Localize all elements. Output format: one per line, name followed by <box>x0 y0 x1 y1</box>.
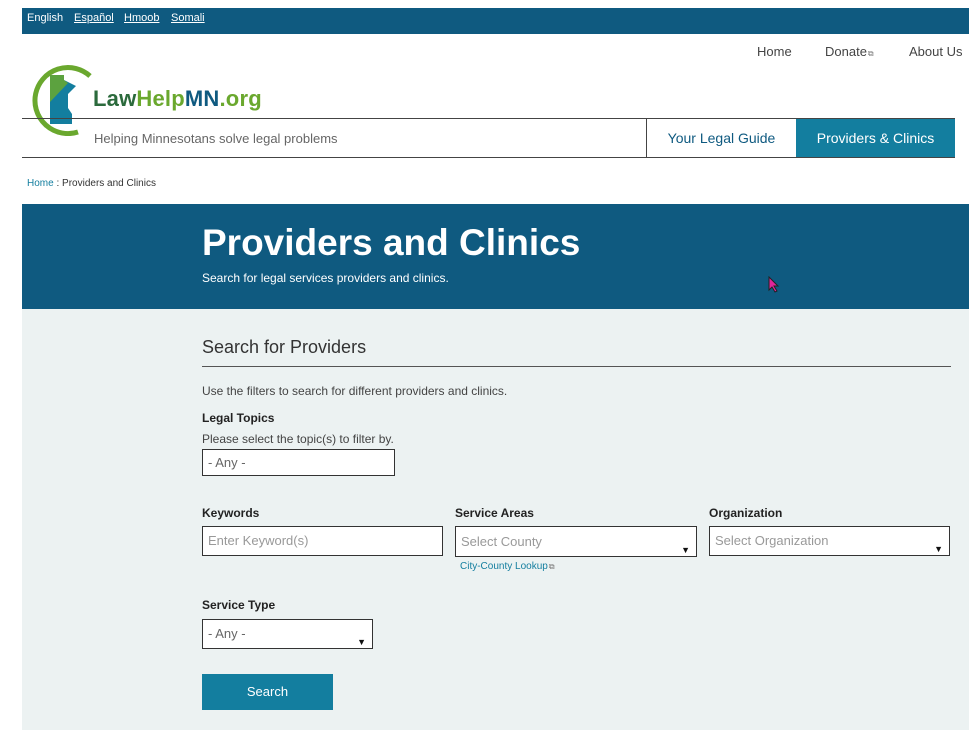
site-logo-text[interactable]: LawHelpMN.org <box>93 86 262 112</box>
organization-label: Organization <box>709 506 783 520</box>
tab-providers-clinics[interactable]: Providers & Clinics <box>796 119 955 157</box>
language-english[interactable]: English <box>27 12 63 24</box>
organization-select[interactable]: Select Organization ▼ <box>709 526 950 556</box>
service-type-select[interactable]: - Any - ▼ <box>202 619 373 649</box>
brand-part-mn: MN <box>184 86 220 111</box>
legal-topics-label: Legal Topics <box>202 411 275 425</box>
mouse-cursor-icon <box>768 276 780 293</box>
section-divider <box>202 366 951 367</box>
service-type-value: - Any - <box>208 626 246 641</box>
legal-topics-hint: Please select the topic(s) to filter by. <box>202 432 394 446</box>
dropdown-arrow-icon: ▼ <box>681 545 690 555</box>
city-county-lookup-label: City-County Lookup <box>460 561 548 572</box>
external-link-icon: ⧉ <box>548 562 555 571</box>
brand-part-law: Law <box>93 86 137 111</box>
dropdown-arrow-icon: ▼ <box>357 637 366 647</box>
breadcrumb-home-link[interactable]: Home <box>27 178 54 189</box>
search-intro: Use the filters to search for different … <box>202 384 508 398</box>
nav-donate-label: Donate <box>825 44 867 59</box>
page: English Español Hmoob Somali Home Donate… <box>22 0 969 730</box>
page-subtitle: Search for legal services providers and … <box>202 271 449 285</box>
dropdown-arrow-icon: ▼ <box>934 544 943 554</box>
keywords-input[interactable]: Enter Keyword(s) <box>202 526 443 556</box>
search-section-title: Search for Providers <box>202 337 367 357</box>
nav-about-link[interactable]: About Us <box>909 44 962 59</box>
nav-donate-link[interactable]: Donate⧉ <box>825 44 874 59</box>
brand-part-org: .org <box>219 86 262 111</box>
search-button[interactable]: Search <box>202 674 333 710</box>
legal-topics-select[interactable]: - Any - <box>202 449 395 476</box>
header-tabs-row: Helping Minnesotans solve legal problems… <box>22 118 955 158</box>
search-panel: Search for Providers Use the filters to … <box>22 309 969 730</box>
brand-part-help: Help <box>136 86 185 111</box>
site-tagline: Helping Minnesotans solve legal problems <box>94 131 338 146</box>
nav-home-link[interactable]: Home <box>757 44 792 59</box>
page-title: Providers and Clinics <box>202 222 581 263</box>
city-county-lookup-link[interactable]: City-County Lookup⧉ <box>460 561 555 572</box>
service-areas-select[interactable]: Select County ▼ <box>455 526 697 557</box>
breadcrumb: Home : Providers and Clinics <box>27 178 156 189</box>
language-somali[interactable]: Somali <box>171 12 205 24</box>
language-hmoob[interactable]: Hmoob <box>124 12 159 24</box>
legal-topics-value: - Any - <box>208 455 246 470</box>
breadcrumb-current: Providers and Clinics <box>62 178 156 189</box>
keywords-label: Keywords <box>202 506 260 520</box>
service-type-label: Service Type <box>202 598 276 612</box>
breadcrumb-separator: : <box>56 178 60 189</box>
keywords-placeholder: Enter Keyword(s) <box>208 533 309 548</box>
service-areas-label: Service Areas <box>455 506 534 520</box>
organization-placeholder: Select Organization <box>715 533 829 548</box>
language-espanol[interactable]: Español <box>74 12 114 24</box>
language-bar: English Español Hmoob Somali <box>22 8 969 34</box>
external-link-icon: ⧉ <box>867 49 874 58</box>
service-areas-placeholder: Select County <box>461 534 542 549</box>
tab-your-legal-guide[interactable]: Your Legal Guide <box>646 119 796 157</box>
hero-banner: Providers and Clinics Search for legal s… <box>22 204 969 309</box>
